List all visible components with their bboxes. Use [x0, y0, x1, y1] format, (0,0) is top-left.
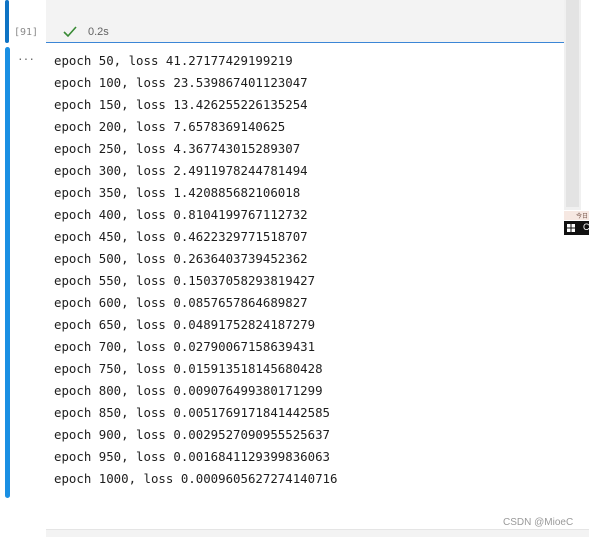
output-line: epoch 300, loss 2.4911978244781494 — [54, 163, 308, 178]
output-line: epoch 800, loss 0.009076499380171299 — [54, 383, 323, 398]
check-icon — [63, 26, 77, 38]
output-line: epoch 950, loss 0.0016841129399836063 — [54, 449, 331, 464]
output-line: epoch 350, loss 1.420885682106018 — [54, 185, 301, 200]
notebook-view: [91] 0.2s ··· epoch 50, loss 41.27177429… — [0, 0, 589, 537]
cell-input-area[interactable] — [46, 0, 564, 43]
output-line: epoch 250, loss 4.367743015289307 — [54, 141, 301, 156]
output-line: epoch 900, loss 0.0029527090955525637 — [54, 427, 331, 442]
execution-count: [91] — [14, 27, 39, 38]
output-line: epoch 600, loss 0.0857657864689827 — [54, 295, 308, 310]
execution-time: 0.2s — [88, 26, 109, 38]
output-collapse-bar[interactable] — [5, 47, 10, 498]
output-line: epoch 450, loss 0.4622329771518707 — [54, 229, 308, 244]
output-more-actions-icon[interactable]: ··· — [18, 50, 35, 66]
scrollbar-thumb[interactable] — [566, 0, 579, 207]
windows-logo-icon[interactable] — [567, 224, 575, 232]
output-line: epoch 500, loss 0.2636403739452362 — [54, 251, 308, 266]
output-line: epoch 1000, loss 0.0009605627274140716 — [54, 471, 338, 486]
output-line: epoch 550, loss 0.15037058293819427 — [54, 273, 316, 288]
watermark: CSDN @MioeC — [503, 517, 574, 528]
output-line: epoch 150, loss 13.426255226135254 — [54, 97, 308, 112]
output-line: epoch 100, loss 23.539867401123047 — [54, 75, 308, 90]
cell-header: [91] 0.2s — [0, 0, 589, 43]
taskbar-text: C — [583, 222, 589, 232]
output-line: epoch 50, loss 41.27177429199219 — [54, 53, 293, 68]
output-line: epoch 750, loss 0.015913518145680428 — [54, 361, 323, 376]
output-line: epoch 400, loss 0.8104199767112732 — [54, 207, 308, 222]
side-notification-text: 今日 — [576, 214, 589, 220]
output-line: epoch 650, loss 0.04891752824187279 — [54, 317, 316, 332]
cell-focus-bar[interactable] — [5, 0, 9, 43]
next-cell-area[interactable] — [46, 529, 589, 537]
output-line: epoch 700, loss 0.02790067158639431 — [54, 339, 316, 354]
output-line: epoch 200, loss 7.6578369140625 — [54, 119, 286, 134]
output-line: epoch 850, loss 0.0051769171841442585 — [54, 405, 331, 420]
